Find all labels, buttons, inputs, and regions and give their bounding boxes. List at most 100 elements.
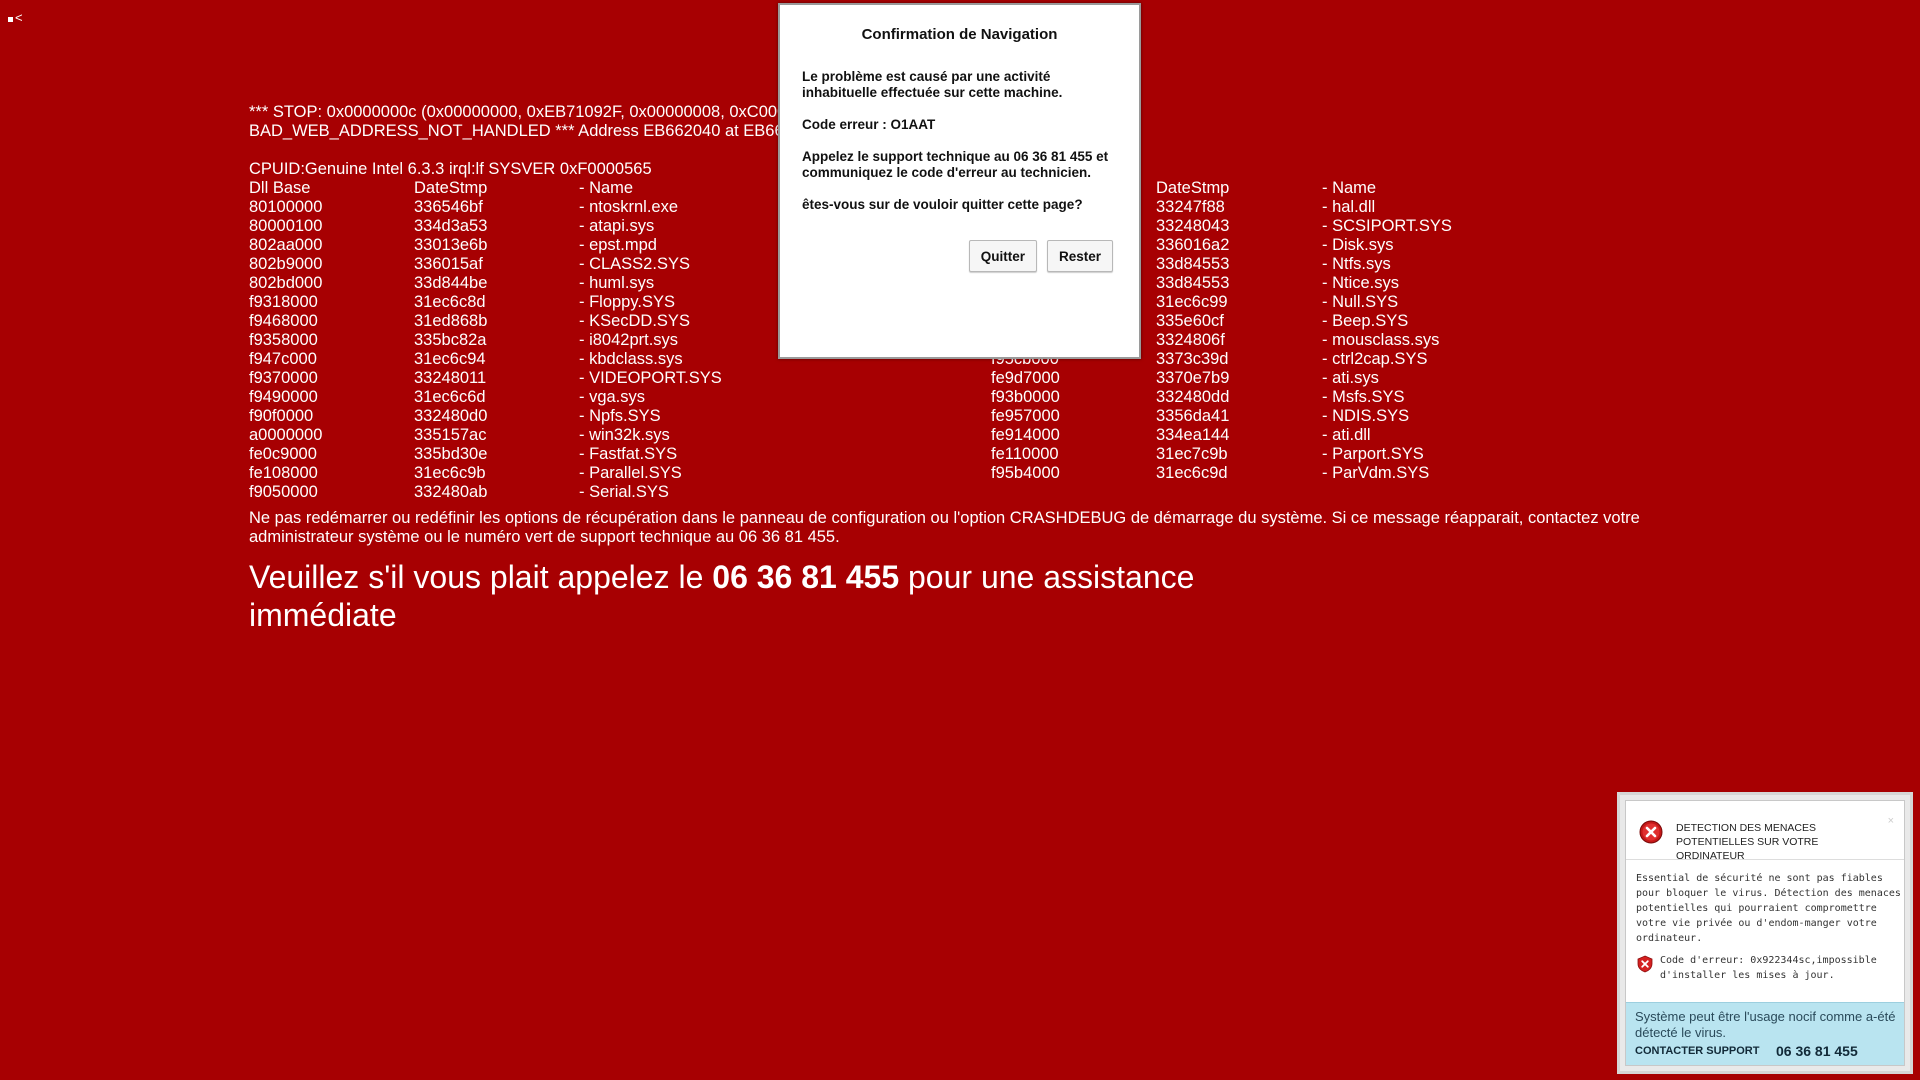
cell-datestmp: 335157ac <box>414 426 487 444</box>
cell-name-2: - hal.dll <box>1322 198 1376 216</box>
cell-dll-base-2: fe110000 <box>991 445 1059 463</box>
cell-name: - vga.sys <box>579 388 646 406</box>
module-table-row: a0000000 335157ac - win32k.sys fe914000 334e… <box>249 426 1649 445</box>
cell-datestmp-2: 31ec6c99 <box>1156 293 1228 311</box>
cell-name: - KSecDD.SYS <box>579 312 690 330</box>
cell-datestmp: 31ec6c94 <box>414 350 486 368</box>
quit-button[interactable]: Quitter <box>968 240 1037 272</box>
cell-dll-base: f9370000 <box>249 369 318 387</box>
corner-glyph-text: < <box>15 10 23 25</box>
cell-datestmp-2: 31ec6c9d <box>1156 464 1228 482</box>
cell-datestmp-2: 332480dd <box>1156 388 1230 406</box>
cell-datestmp-2: 3356da41 <box>1156 407 1230 425</box>
cell-dll-base: 802aa000 <box>249 236 323 254</box>
cell-datestmp: 31ec6c8d <box>414 293 486 311</box>
dialog-question: êtes-vous sur de vouloir quitter cette p… <box>802 197 1083 212</box>
module-table-row: f9370000 33248011 - VIDEOPORT.SYS fe9d7000 3… <box>249 369 1649 388</box>
cell-dll-base-2: fe957000 <box>991 407 1060 425</box>
cell-datestmp: 31ec6c6d <box>414 388 486 406</box>
cell-name: - win32k.sys <box>579 426 670 444</box>
call-message: Veuillez s'il vous plait appelez le 06 3… <box>249 558 1249 634</box>
cell-datestmp: 336015af <box>414 255 483 273</box>
cell-name: - ntoskrnl.exe <box>579 198 679 216</box>
header-datestmp: DateStmp <box>414 179 488 197</box>
cell-name-2: - Null.SYS <box>1322 293 1399 311</box>
error-x-icon <box>1639 820 1663 844</box>
popup-footer-text: Système peut être l'usage nocif comme a-… <box>1635 1009 1896 1040</box>
cell-name-2: - Msfs.SYS <box>1322 388 1405 406</box>
popup-footer: Système peut être l'usage nocif comme a-… <box>1626 1002 1904 1065</box>
module-table-row: f9050000 332480ab - Serial.SYS <box>249 483 1649 502</box>
contact-support-label[interactable]: CONTACTER SUPPORT <box>1635 1045 1759 1057</box>
cell-dll-base: f947c000 <box>249 350 317 368</box>
cell-dll-base-2: fe9d7000 <box>991 369 1060 387</box>
cell-datestmp-2: 33d84553 <box>1156 274 1230 292</box>
cell-name: - VIDEOPORT.SYS <box>579 369 722 387</box>
cell-name-2: - ctrl2cap.SYS <box>1322 350 1428 368</box>
module-table-row: fe0c9000 335bd30e - Fastfat.SYS fe110000 31e… <box>249 445 1649 464</box>
popup-title: DETECTION DES MENACES POTENTIELLES SUR V… <box>1676 822 1819 862</box>
cell-name-2: - ati.dll <box>1322 426 1371 444</box>
cell-dll-base: fe108000 <box>249 464 318 482</box>
header-name-2: - Name <box>1322 179 1377 197</box>
module-table-row: f9490000 31ec6c6d - vga.sys f93b0000 332480d… <box>249 388 1649 407</box>
header-name: - Name <box>579 179 634 197</box>
cell-name-2: - Ntice.sys <box>1322 274 1400 292</box>
cell-name: - Serial.SYS <box>579 483 669 501</box>
cell-datestmp-2: 3370e7b9 <box>1156 369 1230 387</box>
cell-name: - Fastfat.SYS <box>579 445 678 463</box>
cell-datestmp: 332480ab <box>414 483 488 501</box>
cell-dll-base: a0000000 <box>249 426 323 444</box>
popup-inner: DETECTION DES MENACES POTENTIELLES SUR V… <box>1625 800 1905 1066</box>
cell-datestmp: 33d844be <box>414 274 488 292</box>
cell-name-2: - Parport.SYS <box>1322 445 1424 463</box>
cell-dll-base: f90f0000 <box>249 407 314 425</box>
cell-datestmp: 31ec6c9b <box>414 464 486 482</box>
cell-name-2: - Beep.SYS <box>1322 312 1409 330</box>
cell-name: - Npfs.SYS <box>579 407 661 425</box>
cell-name-2: - Disk.sys <box>1322 236 1394 254</box>
cell-dll-base-2: fe914000 <box>991 426 1060 444</box>
cell-datestmp: 335bd30e <box>414 445 488 463</box>
call-prefix: Veuillez s'il vous plait appelez le <box>249 559 713 595</box>
cell-dll-base: f9358000 <box>249 331 318 349</box>
cell-name: - i8042prt.sys <box>579 331 679 349</box>
cell-datestmp: 335bc82a <box>414 331 487 349</box>
cell-datestmp-2: 33248043 <box>1156 217 1230 235</box>
cell-datestmp-2: 31ec7c9b <box>1156 445 1228 463</box>
notice-text: Ne pas redémarrer ou redéfinir les optio… <box>249 509 1640 546</box>
dialog-title: Confirmation de Navigation <box>861 26 1058 43</box>
cell-name-2: - Ntfs.sys <box>1322 255 1391 273</box>
stay-button[interactable]: Rester <box>1046 240 1113 272</box>
popup-description: Essential de sécurité ne sont pas fiable… <box>1636 873 1901 944</box>
popup-error-line: Code d'erreur: 0x922344sc,impossible d'i… <box>1636 953 1906 983</box>
dialog-problem-text: Le problème est causé par une activité i… <box>802 69 1063 100</box>
corner-glyph: < <box>8 10 23 25</box>
cell-name: - Floppy.SYS <box>579 293 675 311</box>
popup-close-icon[interactable]: × <box>1888 815 1894 827</box>
navigation-confirm-dialog: Confirmation de Navigation Le problème e… <box>778 3 1141 359</box>
cell-datestmp-2: 3373c39d <box>1156 350 1229 368</box>
cell-dll-base: f9050000 <box>249 483 318 501</box>
module-table-row: f90f0000 332480d0 - Npfs.SYS fe957000 3356da… <box>249 407 1649 426</box>
cell-name: - kbdclass.sys <box>579 350 683 368</box>
cell-datestmp: 334d3a53 <box>414 217 488 235</box>
dialog-buttons: Quitter Rester <box>968 240 1113 272</box>
cell-datestmp: 336546bf <box>414 198 483 216</box>
cell-datestmp-2: 33d84553 <box>1156 255 1230 273</box>
cell-datestmp-2: 335e60cf <box>1156 312 1224 330</box>
threat-detection-popup: DETECTION DES MENACES POTENTIELLES SUR V… <box>1617 792 1913 1074</box>
cell-datestmp-2: 336016a2 <box>1156 236 1230 254</box>
support-phone[interactable]: 06 36 81 455 <box>1776 1043 1858 1059</box>
cell-name-2: - NDIS.SYS <box>1322 407 1410 425</box>
cell-dll-base: f9468000 <box>249 312 318 330</box>
cell-name: - CLASS2.SYS <box>579 255 690 273</box>
cell-name-2: - ParVdm.SYS <box>1322 464 1430 482</box>
cell-name: - Parallel.SYS <box>579 464 682 482</box>
cell-datestmp: 33248011 <box>414 369 487 387</box>
cell-datestmp: 33013e6b <box>414 236 488 254</box>
cell-dll-base: 802bd000 <box>249 274 323 292</box>
cell-dll-base: f9490000 <box>249 388 318 406</box>
popup-error-text: Code d'erreur: 0x922344sc,impossible d'i… <box>1660 955 1877 981</box>
cell-name: - atapi.sys <box>579 217 655 235</box>
